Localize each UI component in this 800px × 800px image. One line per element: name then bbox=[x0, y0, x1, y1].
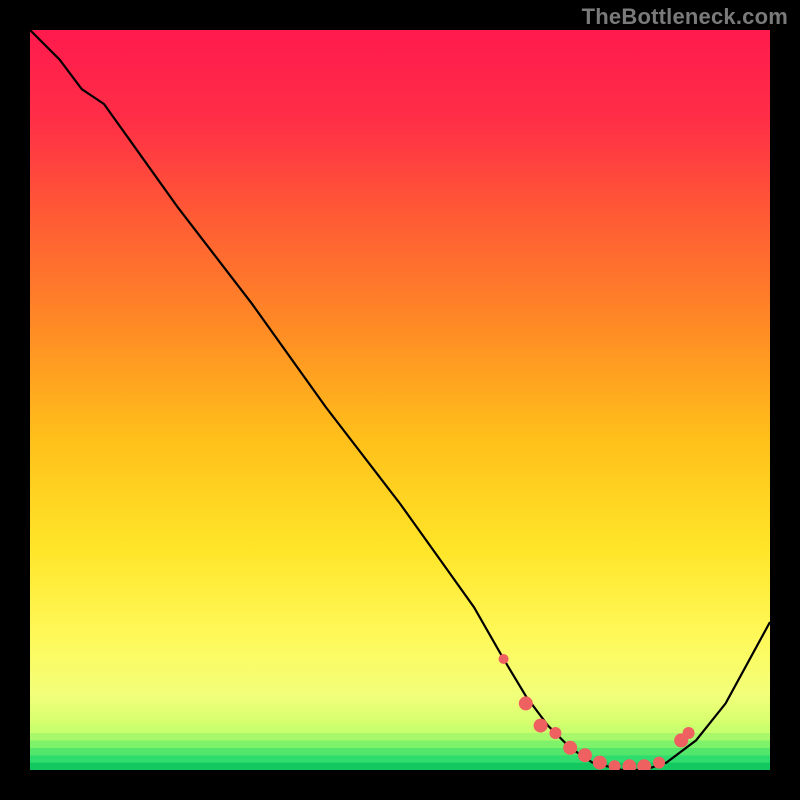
gradient-background bbox=[30, 30, 770, 770]
data-point bbox=[519, 696, 533, 710]
attribution-text: TheBottleneck.com bbox=[582, 4, 788, 30]
data-point bbox=[563, 741, 577, 755]
data-point bbox=[683, 727, 695, 739]
data-point bbox=[549, 727, 561, 739]
data-point bbox=[499, 654, 509, 664]
data-point bbox=[593, 756, 607, 770]
data-point bbox=[534, 719, 548, 733]
chart-frame: TheBottleneck.com bbox=[0, 0, 800, 800]
bottleneck-chart bbox=[30, 30, 770, 770]
data-point bbox=[578, 748, 592, 762]
data-point bbox=[653, 757, 665, 769]
